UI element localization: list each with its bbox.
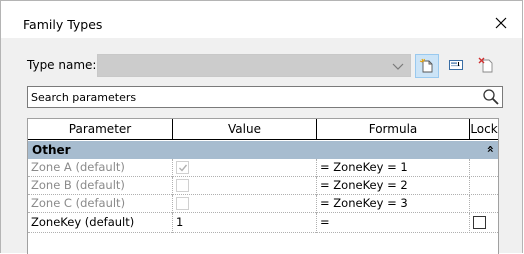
new-type-icon (419, 58, 433, 73)
column-header-formula[interactable]: Formula (317, 119, 470, 140)
parameter-cell: Zone C (default) (28, 195, 173, 213)
rename-type-icon (449, 60, 463, 70)
column-header-lock[interactable]: Lock (470, 119, 498, 140)
lock-checkbox[interactable] (473, 216, 486, 229)
column-header-value[interactable]: Value (173, 119, 317, 140)
table-row[interactable]: ZoneKey (default) 1 = (28, 213, 498, 233)
window-title: Family Types (23, 17, 103, 32)
column-header-parameter[interactable]: Parameter (28, 119, 173, 140)
value-cell (173, 177, 317, 195)
value-cell (173, 195, 317, 213)
parameter-cell: Zone A (default) (28, 159, 173, 177)
delete-type-button[interactable] (475, 54, 499, 78)
lock-cell (470, 177, 498, 195)
formula-cell[interactable]: = (317, 213, 470, 233)
type-name-combobox[interactable] (97, 54, 411, 77)
value-checkbox (176, 179, 189, 192)
parameter-cell: ZoneKey (default) (28, 213, 173, 233)
group-row-other[interactable]: Other » (28, 141, 498, 159)
new-type-button[interactable] (415, 54, 439, 78)
formula-cell[interactable]: = ZoneKey = 3 (317, 195, 470, 213)
rename-type-button[interactable] (445, 54, 469, 78)
value-checkbox (176, 161, 189, 174)
search-box[interactable] (27, 86, 503, 108)
collapse-icon[interactable]: » (483, 145, 497, 153)
parameters-grid: Parameter Value Formula Lock Other » Zon… (27, 118, 499, 254)
checkmark-icon (179, 164, 188, 172)
group-label: Other (32, 143, 71, 157)
close-button[interactable] (490, 12, 512, 34)
formula-cell[interactable]: = ZoneKey = 2 (317, 177, 470, 195)
lock-cell (470, 159, 498, 177)
chevron-down-icon (392, 63, 404, 70)
table-row[interactable]: Zone C (default) = ZoneKey = 3 (28, 195, 498, 213)
lock-cell (470, 213, 498, 233)
value-cell[interactable]: 1 (173, 213, 317, 233)
close-icon (495, 17, 507, 29)
delete-type-icon (478, 57, 493, 73)
lock-cell (470, 195, 498, 213)
table-row[interactable]: Zone B (default) = ZoneKey = 2 (28, 177, 498, 195)
value-cell (173, 159, 317, 177)
table-row[interactable]: Zone A (default) = ZoneKey = 1 (28, 159, 498, 177)
type-name-label: Type name: (27, 58, 97, 72)
family-types-dialog: Family Types Type name: Search parameter… (0, 0, 523, 254)
search-icon[interactable] (482, 88, 500, 106)
value-checkbox (176, 197, 189, 210)
formula-cell[interactable]: = ZoneKey = 1 (317, 159, 470, 177)
title-bar: Family Types (1, 1, 522, 38)
search-input[interactable] (31, 89, 481, 105)
parameter-cell: Zone B (default) (28, 177, 173, 195)
